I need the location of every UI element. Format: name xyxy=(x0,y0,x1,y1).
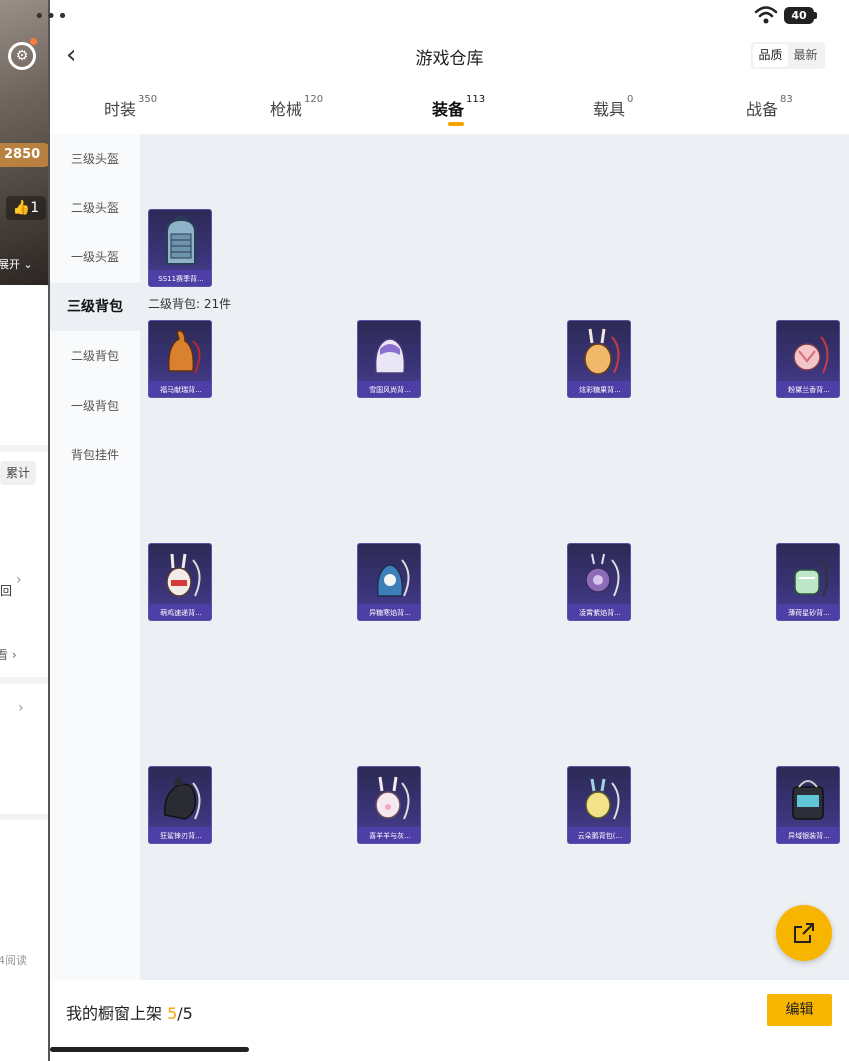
snow-backpack-icon xyxy=(374,338,406,374)
item-card[interactable]: 异域银装背... xyxy=(776,766,840,844)
tab-gear[interactable]: 战备83 xyxy=(746,94,793,120)
multitask-dots-icon[interactable]: ••• xyxy=(34,6,69,27)
shark-backpack-icon xyxy=(164,773,201,820)
background-app-panel: ⚙ 2850 👍1 展开 ⌄ 累计 回 › 看 › › 4阅读 xyxy=(0,0,50,1061)
subcategory-sidebar: 三级头盔 二级头盔 一级头盔 三级背包 二级背包 一级背包 背包挂件 xyxy=(50,134,140,980)
sidebar-item-backpack-1[interactable]: 一级背包 xyxy=(50,382,140,430)
item-card[interactable]: 粉黛兰香背... xyxy=(776,320,840,398)
background-card xyxy=(0,684,50,814)
like-button[interactable]: 👍1 xyxy=(6,196,46,220)
item-card[interactable]: 福马献瑞背... xyxy=(148,320,212,398)
sort-toggle: 品质 最新 xyxy=(751,42,825,69)
goose-backpack-icon xyxy=(585,778,620,820)
item-name: 薄荷星砂背... xyxy=(777,604,839,620)
read-count: 4阅读 xyxy=(0,954,27,967)
section-count-label: 二级背包: 21件 xyxy=(148,297,232,311)
home-indicator[interactable] xyxy=(50,1047,249,1052)
orchid-backpack-icon xyxy=(793,336,829,374)
sort-quality-button[interactable]: 品质 xyxy=(753,44,788,67)
page-title: 游戏仓库 xyxy=(415,49,484,69)
background-card xyxy=(0,820,50,1061)
tab-vehicles[interactable]: 载具0 xyxy=(593,94,633,120)
share-button[interactable] xyxy=(776,905,832,961)
sidebar-item-backpack-2[interactable]: 二级背包 xyxy=(50,332,140,380)
item-card[interactable]: 云朵鹅背包(... xyxy=(567,766,631,844)
showcase-status: 我的橱窗上架 5/5 xyxy=(66,1004,193,1023)
status-bar: ••• 40 xyxy=(34,0,849,32)
sidebar-item-backpack-3[interactable]: 三级背包 xyxy=(50,283,140,331)
tab-firearms[interactable]: 枪械120 xyxy=(270,94,323,120)
game-warehouse-panel: ••• 40 ‹ 游戏仓库 品质 最新 时装350 枪械120 装备113 载具… xyxy=(34,0,849,1061)
flame-backpack-icon xyxy=(585,553,620,597)
item-name: 雪国风尚背... xyxy=(358,381,420,397)
backpack-icon xyxy=(166,216,196,265)
background-card xyxy=(0,285,50,445)
item-name: 异糖寒焰背... xyxy=(358,604,420,620)
mint-backpack-icon xyxy=(794,557,829,597)
item-name: 粉黛兰香背... xyxy=(777,381,839,397)
sidebar-item-helmet-3[interactable]: 三级头盔 xyxy=(50,135,140,183)
item-card[interactable]: SS11赛季背... xyxy=(148,209,212,287)
wifi-icon xyxy=(754,6,778,24)
category-tabs: 时装350 枪械120 装备113 载具0 战备83 xyxy=(50,86,849,132)
sort-newest-button[interactable]: 最新 xyxy=(788,44,823,67)
item-name: SS11赛季背... xyxy=(149,270,211,286)
background-item-text: 回 xyxy=(0,584,13,598)
item-card[interactable]: 萌鸡速递背... xyxy=(148,543,212,621)
item-grid: SS11赛季背... 二级背包: 21件 福马献瑞背... 雪国风尚背... 炫… xyxy=(140,134,849,980)
share-icon xyxy=(794,923,814,943)
chevron-right-icon[interactable]: › xyxy=(18,700,24,716)
sidebar-item-helmet-1[interactable]: 一级头盔 xyxy=(50,233,140,281)
item-card[interactable]: 凌霄紫焰背... xyxy=(567,543,631,621)
notification-dot xyxy=(30,38,37,45)
header: ‹ 游戏仓库 品质 最新 xyxy=(50,36,849,76)
sidebar-item-backpack-pendant[interactable]: 背包挂件 xyxy=(50,431,140,479)
coin-balance[interactable]: 2850 xyxy=(0,143,50,167)
sidebar-item-helmet-2[interactable]: 二级头盔 xyxy=(50,184,140,232)
item-name: 福马献瑞背... xyxy=(149,381,211,397)
item-name: 萌鸡速递背... xyxy=(149,604,211,620)
item-card[interactable]: 雪国风尚背... xyxy=(357,320,421,398)
item-name: 喜羊羊与灰... xyxy=(358,827,420,843)
item-card[interactable]: 炫彩糖果背... xyxy=(567,320,631,398)
item-name: 凌霄紫焰背... xyxy=(568,604,630,620)
item-card[interactable]: 喜羊羊与灰... xyxy=(357,766,421,844)
chevron-right-icon[interactable]: › xyxy=(16,572,22,588)
background-card xyxy=(0,452,50,677)
item-name: 狂鲨锋刃背... xyxy=(149,827,211,843)
item-card[interactable]: 狂鲨锋刃背... xyxy=(148,766,212,844)
horse-backpack-icon xyxy=(167,329,201,374)
thumbs-up-icon: 👍 xyxy=(12,200,31,216)
expand-link[interactable]: 展开 ⌄ xyxy=(0,256,33,272)
tab-fashion[interactable]: 时装350 xyxy=(104,94,157,120)
item-name: 云朵鹅背包(... xyxy=(568,827,630,843)
total-tag[interactable]: 累计 xyxy=(0,461,36,485)
candy-backpack-icon xyxy=(584,328,620,375)
item-name: 炫彩糖果背... xyxy=(568,381,630,397)
view-link[interactable]: 看 › xyxy=(0,646,17,663)
battery-icon: 40 xyxy=(784,7,817,24)
item-card[interactable]: 异糖寒焰背... xyxy=(357,543,421,621)
item-card[interactable]: 薄荷星砂背... xyxy=(776,543,840,621)
sugar-backpack-icon xyxy=(376,559,410,597)
item-name: 异域银装背... xyxy=(777,827,839,843)
tab-equipment[interactable]: 装备113 xyxy=(432,94,485,120)
settings-gear-icon[interactable]: ⚙ xyxy=(8,42,36,70)
sheep-backpack-icon xyxy=(375,776,410,820)
chick-backpack-icon xyxy=(166,553,201,597)
edit-button[interactable]: 编辑 xyxy=(767,994,832,1026)
silver-backpack-icon xyxy=(792,780,824,820)
active-tab-indicator xyxy=(448,122,464,126)
showcase-footer: 我的橱窗上架 5/5 编辑 xyxy=(50,980,849,1040)
like-count: 1 xyxy=(30,200,40,216)
